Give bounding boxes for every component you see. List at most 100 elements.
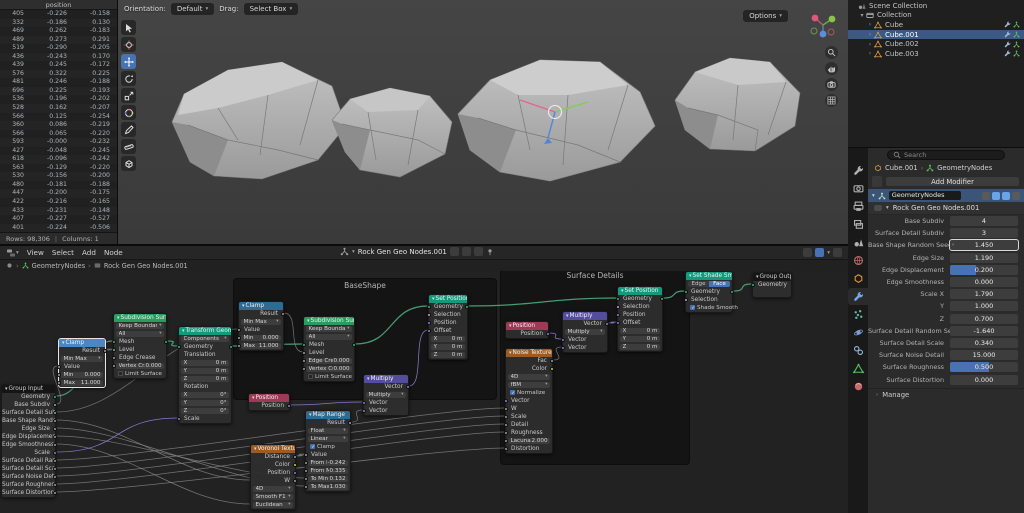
expand-caret[interactable]: ▾	[858, 12, 866, 19]
tab-object[interactable]	[848, 270, 868, 287]
wrench-icon[interactable]	[1004, 41, 1011, 48]
node-set-position-2[interactable]: ▾Set PositionGeometrySelectionPositionOf…	[617, 286, 663, 352]
tab-printer[interactable]	[848, 198, 868, 215]
output-socket[interactable]	[53, 435, 57, 439]
checkbox[interactable]	[118, 371, 123, 376]
input-value-field[interactable]: 0.340	[950, 338, 1018, 348]
menu-add[interactable]: Add	[82, 248, 96, 257]
number-field[interactable]: Z0 m	[181, 376, 229, 383]
input-socket[interactable]	[302, 367, 306, 371]
rotate-tool-button[interactable]	[121, 71, 136, 86]
number-field[interactable]: Edge Crea...0.000	[306, 358, 352, 365]
realtime-toggle-icon[interactable]	[992, 192, 1000, 200]
toggle-option-active[interactable]: Face	[709, 281, 730, 288]
add-modifier-button[interactable]: Add Modifier	[885, 176, 1020, 187]
editor-type-icon[interactable]: ▾	[6, 248, 19, 258]
rock-1[interactable]	[172, 62, 346, 179]
dropdown-field[interactable]: Float▾	[308, 428, 348, 435]
node-header[interactable]: ▾Set Shade Smooth	[686, 272, 732, 280]
number-field[interactable]: Y0 m	[431, 344, 465, 351]
menu-node[interactable]: Node	[104, 248, 123, 257]
output-socket[interactable]	[730, 290, 734, 294]
input-socket[interactable]	[427, 321, 431, 325]
modifier-name-field[interactable]: GeometryNodes	[889, 191, 961, 200]
tab-constraints[interactable]	[848, 342, 868, 359]
input-socket[interactable]	[302, 351, 306, 355]
node-position-2[interactable]: ▾PositionPosition	[505, 321, 549, 339]
tab-physics[interactable]	[848, 324, 868, 341]
annotate-tool-button[interactable]	[121, 122, 136, 137]
output-socket[interactable]	[53, 459, 57, 463]
number-field[interactable]: Min0.000	[61, 372, 103, 379]
node-header[interactable]: ▾Multiply	[364, 375, 408, 383]
input-socket[interactable]	[362, 409, 366, 413]
rock-3-selected[interactable]	[458, 60, 655, 181]
output-socket[interactable]	[53, 419, 57, 423]
wrench-icon[interactable]	[1004, 31, 1011, 38]
measure-tool-button[interactable]	[121, 139, 136, 154]
input-socket[interactable]	[561, 338, 565, 342]
dropdown-field[interactable]: Keep Boundaries▾	[306, 326, 352, 333]
collapse-caret-icon[interactable]: ▾	[182, 328, 185, 334]
breadcrumb-tree[interactable]: GeometryNodes	[32, 262, 86, 270]
input-socket[interactable]	[304, 461, 308, 465]
collapse-caret-icon[interactable]: ▾	[117, 315, 120, 321]
number-field[interactable]: Vertex Cr...0.000	[116, 363, 164, 370]
node-transform-geometry[interactable]: ▾Transform Geome...Components▾GeometryTr…	[178, 326, 232, 424]
number-field[interactable]: Y0 m	[620, 336, 660, 343]
output-socket[interactable]	[53, 427, 57, 431]
dropdown-field[interactable]: Keep Boundaries▾	[116, 323, 164, 330]
input-socket[interactable]	[427, 305, 431, 309]
output-socket[interactable]	[53, 395, 57, 399]
collapse-caret-icon[interactable]: ▾	[509, 323, 512, 329]
nodetree-icon[interactable]	[1013, 50, 1020, 57]
outliner-row-cube-003[interactable]: ›Cube.003	[848, 49, 1024, 59]
options-dropdown[interactable]: Options▾	[743, 3, 788, 22]
camera-button[interactable]	[825, 78, 838, 91]
rock-2[interactable]	[332, 88, 452, 177]
cursor-3d-tool-button[interactable]	[121, 37, 136, 52]
number-field[interactable]: Y0 m	[181, 368, 229, 375]
nodetree-icon[interactable]	[1013, 21, 1020, 28]
collapse-caret-icon[interactable]: ▾	[254, 446, 257, 452]
orientation-dropdown[interactable]: Default▾	[171, 3, 214, 15]
input-value-field[interactable]: 15.000	[950, 350, 1018, 360]
node-header[interactable]: ▾Group Input	[2, 385, 55, 393]
node-multiply-1[interactable]: ▾MultiplyVectorMultiply▾VectorVector	[363, 374, 409, 416]
input-socket[interactable]	[57, 373, 61, 377]
number-field[interactable]: X0°	[181, 392, 229, 399]
collapse-caret-icon[interactable]: ▾	[756, 274, 759, 280]
number-field[interactable]: Min0.000	[241, 335, 281, 342]
node-header[interactable]: ▾Noise Texture	[506, 349, 552, 357]
output-socket[interactable]	[53, 411, 57, 415]
input-socket[interactable]	[304, 453, 308, 457]
collapse-caret-icon[interactable]: ▾	[5, 386, 8, 392]
number-field[interactable]: Y0°	[181, 400, 229, 407]
input-socket[interactable]	[561, 346, 565, 350]
collapse-caret-icon[interactable]: ▾	[689, 273, 692, 279]
output-socket[interactable]	[53, 491, 57, 495]
input-socket[interactable]	[504, 407, 508, 411]
input-socket[interactable]	[504, 399, 508, 403]
node-noise-texture[interactable]: ▾Noise TextureFacColor4D▾fBM▾NormalizeVe…	[505, 348, 553, 454]
collapse-caret-icon[interactable]: ▾	[307, 318, 310, 324]
node-header[interactable]: ▾Transform Geome...	[179, 327, 231, 335]
node-subdivision-surface-1[interactable]: ▾Subdivision SurfaceKeep Boundaries▾All▾…	[113, 313, 167, 379]
collapse-caret-icon[interactable]: ▾	[309, 412, 312, 418]
modifier-extras-button[interactable]	[872, 176, 882, 187]
scale-tool-button[interactable]	[121, 88, 136, 103]
input-socket[interactable]	[304, 485, 308, 489]
input-socket[interactable]	[237, 344, 241, 348]
edit-mode-toggle-icon[interactable]	[982, 192, 990, 200]
input-socket[interactable]	[616, 305, 620, 309]
output-socket[interactable]	[293, 471, 297, 475]
node-header[interactable]: ▾Map Range	[306, 411, 350, 419]
add-cube-tool-button[interactable]	[121, 156, 136, 171]
node-map-range[interactable]: ▾Map RangeResultFloat▾Linear▾ClampValueF…	[305, 410, 351, 492]
node-group-row[interactable]: ▾ Rock Gen Geo Nodes.001	[868, 202, 1024, 215]
node-subdivision-surface-2[interactable]: ▾Subdivision SurfaceKeep Boundaries▾All▾…	[303, 316, 355, 382]
tab-particles[interactable]	[848, 306, 868, 323]
dropdown-field[interactable]: Smooth F1▾	[253, 494, 293, 501]
input-value-field[interactable]: -1.640	[950, 326, 1018, 336]
input-socket[interactable]	[684, 290, 688, 294]
